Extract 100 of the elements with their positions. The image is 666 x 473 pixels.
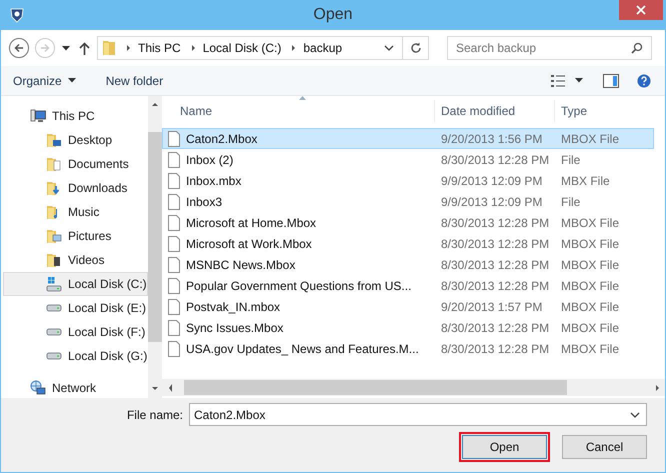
close-button[interactable] bbox=[619, 0, 663, 20]
file-row[interactable]: Postvak_IN.mbox 9/20/2013 1:57 PM MBOX File bbox=[162, 296, 654, 317]
type-cell-text: File bbox=[560, 194, 580, 210]
file-icon bbox=[168, 256, 180, 272]
file-icon bbox=[168, 152, 180, 168]
cancel-button[interactable]: Cancel bbox=[562, 435, 647, 459]
date-cell-text: 8/30/2013 12:28 PM bbox=[440, 236, 550, 252]
column-header[interactable]: Name bbox=[162, 100, 435, 122]
file-name: Caton2.Mbox bbox=[186, 130, 258, 148]
file-name: Inbox (2) bbox=[186, 152, 234, 168]
sidebar-item[interactable]: Documents bbox=[3, 152, 148, 176]
file-name: MSNBC News.Mbox bbox=[186, 256, 296, 274]
details-view-icon bbox=[551, 74, 565, 86]
sidebar-item[interactable]: This PC bbox=[3, 104, 148, 128]
file-icon bbox=[168, 298, 180, 314]
type-cell-text: MBOX File bbox=[560, 278, 620, 294]
column-header[interactable]: Type bbox=[555, 100, 665, 122]
file-name: Popular Government Questions from US... bbox=[186, 278, 412, 294]
sidebar-item[interactable]: Pictures bbox=[3, 224, 148, 248]
search-field[interactable]: Search backup bbox=[447, 36, 652, 60]
file-icon bbox=[168, 172, 180, 188]
caret-icon bbox=[575, 78, 583, 83]
file-icon bbox=[168, 278, 180, 294]
date-cell-text: 8/30/2013 12:28 PM bbox=[440, 340, 550, 358]
preview-pane-button[interactable] bbox=[603, 74, 619, 88]
computer-icon bbox=[30, 108, 46, 124]
file-icon bbox=[168, 194, 180, 210]
type-cell-text: MBOX File bbox=[560, 340, 620, 358]
file-row[interactable]: Microsoft at Home.Mbox 8/30/2013 12:28 PM MBOX File bbox=[162, 212, 654, 233]
search-icon bbox=[631, 42, 643, 54]
drive-icon bbox=[46, 328, 62, 336]
type-cell-text: MBOX File bbox=[560, 236, 620, 252]
file-icon bbox=[168, 340, 180, 356]
network-icon bbox=[30, 380, 46, 396]
breadcrumb[interactable]: Local Disk (C:) bbox=[202, 39, 282, 57]
file-row[interactable]: Caton2.Mbox 9/20/2013 1:56 PM MBOX File bbox=[162, 128, 654, 149]
type-cell-text: MBOX File bbox=[560, 298, 620, 316]
file-icon bbox=[168, 236, 180, 252]
file-row[interactable]: Inbox.mbx 9/9/2013 12:09 PM MBX File bbox=[162, 170, 654, 191]
new-folder-button[interactable]: New folder bbox=[106, 72, 164, 90]
breadcrumb[interactable]: This PC bbox=[138, 39, 181, 57]
file-row[interactable]: USA.gov Updates_ News and Features.M... 8/30/2013 12:28 PM MBOX File bbox=[162, 338, 654, 359]
date-cell-text: 8/30/2013 12:28 PM bbox=[440, 152, 550, 168]
type-cell-text: MBX File bbox=[560, 172, 610, 190]
horizontal-scrollbar[interactable] bbox=[162, 379, 665, 396]
vertical-scrollbar[interactable] bbox=[148, 96, 162, 398]
view-options-button[interactable] bbox=[551, 74, 583, 86]
date-cell-text: 9/20/2013 1:57 PM bbox=[440, 298, 544, 316]
file-name-input[interactable]: Caton2.Mbox bbox=[194, 406, 630, 424]
video-folder-icon bbox=[46, 252, 62, 268]
chevron-down-icon bbox=[630, 410, 640, 418]
sidebar-item[interactable]: Videos bbox=[3, 248, 148, 272]
sidebar-item[interactable]: Desktop bbox=[3, 128, 148, 152]
file-row[interactable]: Microsoft at Work.Mbox 8/30/2013 12:28 PM MBOX File bbox=[162, 233, 654, 254]
date-cell-text: 8/30/2013 12:28 PM bbox=[440, 256, 550, 274]
file-row[interactable]: Inbox3 9/9/2013 12:09 PM File bbox=[162, 191, 654, 212]
chevron-right-icon bbox=[289, 43, 298, 53]
file-row[interactable]: MSNBC News.Mbox 8/30/2013 12:28 PM MBOX File bbox=[162, 254, 654, 275]
search-input[interactable]: Search backup bbox=[456, 39, 631, 57]
file-name: Microsoft at Home.Mbox bbox=[186, 214, 316, 232]
sidebar-item[interactable]: Network bbox=[3, 376, 148, 400]
sidebar-item[interactable]: Local Disk (E:) bbox=[3, 296, 148, 320]
type-cell-text: MBOX File bbox=[560, 256, 620, 274]
address-bar[interactable]: This PC Local Disk (C:) backup bbox=[97, 36, 429, 60]
windows-drive-icon bbox=[46, 276, 62, 292]
date-cell-text: 8/30/2013 12:28 PM bbox=[440, 214, 550, 232]
organize-button[interactable]: Organize bbox=[13, 72, 76, 90]
open-button[interactable]: Open bbox=[462, 435, 547, 459]
date-cell-text: 8/30/2013 12:28 PM bbox=[440, 278, 550, 294]
scrollbar-thumb[interactable] bbox=[148, 132, 162, 342]
scrollbar-thumb[interactable] bbox=[184, 380, 567, 395]
refresh-icon bbox=[410, 42, 422, 54]
back-button[interactable] bbox=[9, 38, 29, 58]
file-row[interactable]: Inbox (2) 8/30/2013 12:28 PM File bbox=[162, 149, 654, 170]
type-cell-text: File bbox=[560, 152, 580, 168]
chevron-down-icon bbox=[384, 44, 394, 52]
document-folder-icon bbox=[46, 156, 62, 172]
sidebar-item[interactable]: Local Disk (C:) bbox=[3, 272, 148, 296]
file-row[interactable]: Sync Issues.Mbox 8/30/2013 12:28 PM MBOX File bbox=[162, 317, 654, 338]
breadcrumb[interactable]: backup bbox=[303, 39, 342, 57]
sidebar-item[interactable]: Local Disk (G:) bbox=[3, 344, 148, 368]
picture-folder-icon bbox=[46, 228, 62, 244]
scroll-left-icon bbox=[166, 382, 174, 392]
column-header[interactable]: Date modified bbox=[435, 100, 555, 122]
file-name-field[interactable]: Caton2.Mbox bbox=[189, 403, 647, 426]
sidebar-item[interactable]: Local Disk (F:) bbox=[3, 320, 148, 344]
sidebar-item[interactable]: Music bbox=[3, 200, 148, 224]
sidebar-item[interactable]: Downloads bbox=[3, 176, 148, 200]
close-icon bbox=[636, 5, 646, 15]
file-icon bbox=[168, 320, 180, 336]
file-name: Sync Issues.Mbox bbox=[186, 320, 284, 336]
folder-icon bbox=[102, 40, 116, 56]
drive-icon bbox=[46, 352, 62, 360]
help-button[interactable] bbox=[637, 74, 651, 88]
scroll-right-icon bbox=[653, 382, 661, 392]
download-folder-icon bbox=[46, 180, 62, 196]
up-arrow-icon bbox=[78, 42, 90, 54]
window-title: Open bbox=[313, 5, 353, 25]
file-row[interactable]: Popular Government Questions from US... 8/30/2013 12:28 PM MBOX File bbox=[162, 275, 654, 296]
chevron-right-icon bbox=[124, 43, 132, 53]
